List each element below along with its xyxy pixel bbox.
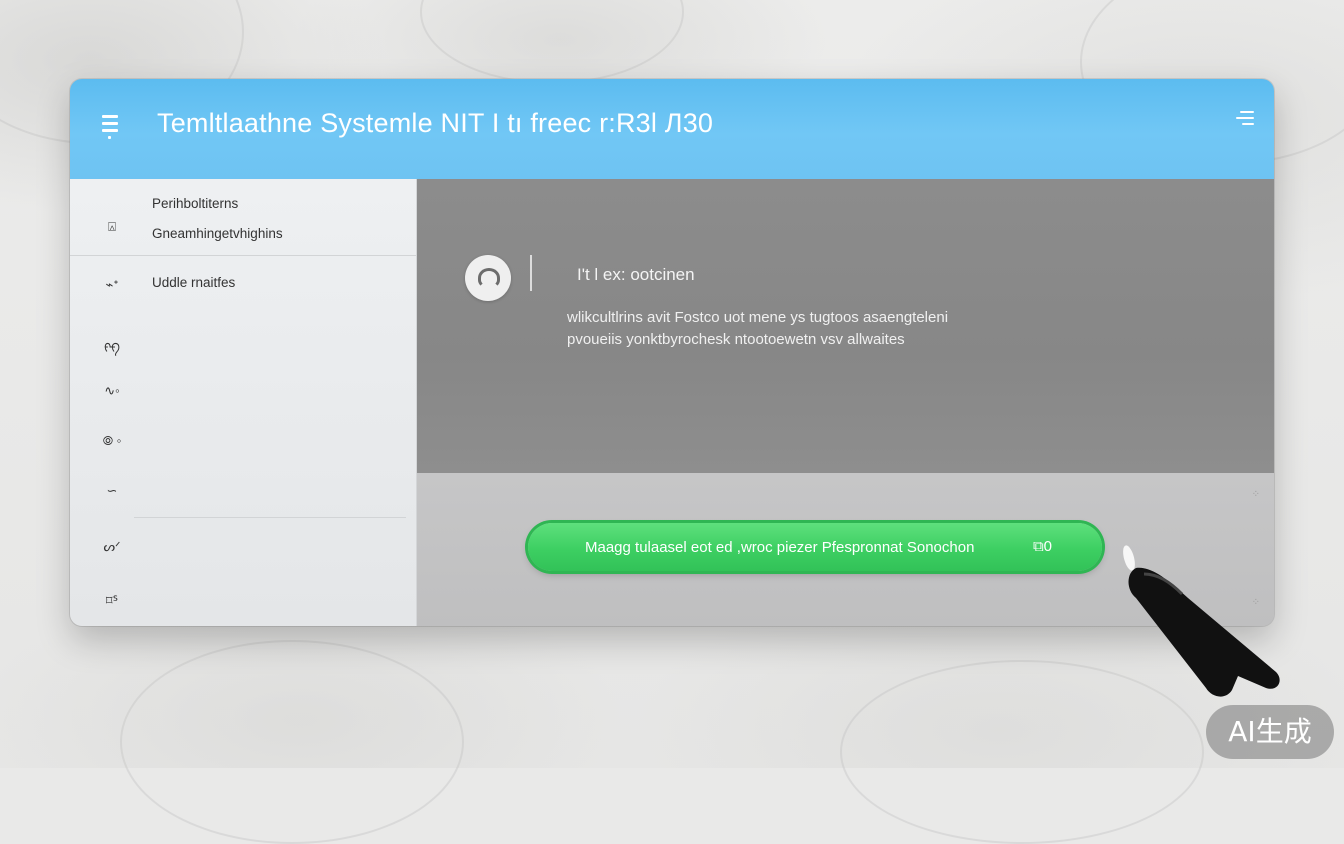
sidebar-item-label: Uddle rnaitfes: [152, 275, 236, 290]
sidebar-divider: [70, 255, 416, 256]
sidebar-item-icon: ⍓: [108, 219, 116, 234]
chat-icon[interactable]: [465, 255, 511, 301]
app-window: Temltlaathne Systemle NIT I tı freec r:R…: [70, 79, 1274, 626]
sidebar-divider: [134, 517, 406, 518]
chat-icon-glyph: [478, 268, 500, 288]
sidebar-item[interactable]: ᠻᠻ: [70, 323, 416, 359]
app-header: Temltlaathne Systemle NIT I tı freec r:R…: [70, 79, 1274, 180]
sidebar-item[interactable]: ⌁ᐩ Uddle rnaitfes: [70, 265, 416, 305]
message-title: I't l ex: ootcinen: [577, 265, 695, 284]
scroll-indicator-icon: ⁘: [1251, 489, 1260, 500]
sidebar-item-icon: ⌑ᔆ: [105, 593, 119, 608]
sidebar-item-icon: ᠻᠻ: [104, 340, 120, 355]
background-swirl: [120, 640, 464, 844]
sidebar-item[interactable]: ᔕᐟ: [70, 529, 416, 565]
sidebar-item-icon: ᔕᐟ: [103, 539, 121, 554]
sidebar-item-label: Perihboltiterns: [152, 196, 239, 211]
message-body-line: wlikcultlrins avit Fostco uot mene ys tu…: [567, 309, 949, 326]
sidebar: ⍓ Perihboltiterns Gneamhingetvhighins ⌁ᐩ…: [70, 179, 417, 626]
sidebar-item[interactable]: ∽: [70, 473, 416, 509]
sidebar-item-sublabel: Gneamhingetvhighins: [152, 226, 283, 241]
sidebar-item-icon: ⌁ᐩ: [105, 277, 119, 292]
mouse-pointer-icon: [1123, 545, 1280, 697]
background-swirl: [420, 0, 684, 84]
primary-action-label: Maagg tulaasel eot ed ,wroc piezer Pfesp…: [585, 539, 975, 556]
sidebar-item[interactable]: ⦾ ◦: [70, 423, 416, 459]
sidebar-item-icon: ⦾ ◦: [102, 433, 122, 448]
vertical-divider: [530, 255, 532, 291]
list-action-icon[interactable]: [1236, 107, 1254, 133]
primary-action-button[interactable]: Maagg tulaasel eot ed ,wroc piezer Pfesp…: [528, 523, 1102, 571]
message-body-line: pvoueiis yonktbyrochesk ntootoewetn vsv …: [567, 331, 905, 348]
sidebar-item-icon: ∿◦: [104, 383, 120, 398]
sidebar-item-group[interactable]: ⍓ Perihboltiterns Gneamhingetvhighins: [70, 191, 416, 251]
menu-icon[interactable]: [100, 113, 120, 139]
ai-generated-badge: AI生成: [1206, 705, 1334, 759]
sidebar-item[interactable]: ∿◦: [70, 373, 416, 409]
device-icon: ⧉0: [1032, 538, 1052, 555]
message-panel: I't l ex: ootcinen wlikcultlrins avit Fo…: [417, 179, 1274, 473]
message-body: wlikcultlrins avit Fostco uot mene ys tu…: [567, 307, 948, 351]
sidebar-item-icon: ∽: [106, 483, 118, 498]
sidebar-item[interactable]: ⌑ᔆ: [70, 583, 416, 619]
window-title: Temltlaathne Systemle NIT I tı freec r:R…: [157, 108, 714, 138]
